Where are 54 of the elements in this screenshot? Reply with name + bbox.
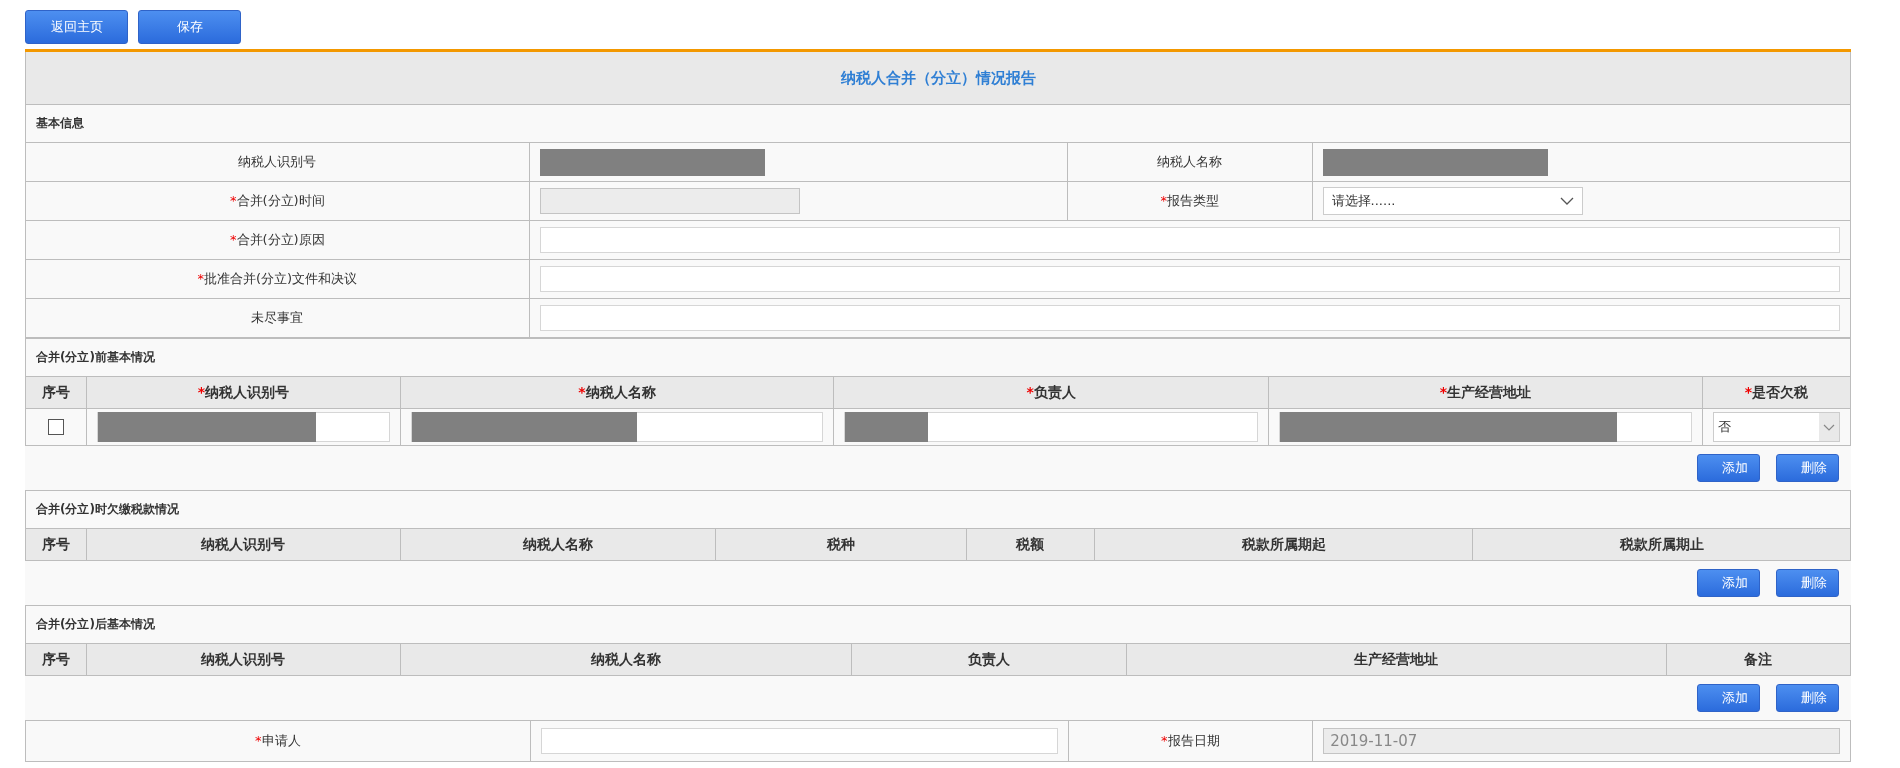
field-label: *合并(分立)时间: [230, 193, 325, 208]
column-header: 税种: [826, 535, 855, 552]
input-field[interactable]: [539, 305, 1840, 331]
field-label: *申请人: [255, 733, 301, 748]
column-header: 序号: [42, 535, 71, 552]
field-label: 未尽事宜: [251, 310, 304, 325]
action-button[interactable]: 添加: [1697, 454, 1760, 482]
column-header: *纳税人识别号: [197, 383, 289, 400]
input-field[interactable]: [410, 412, 824, 442]
column-header: 序号: [42, 650, 71, 667]
section-heading: 基本信息: [36, 115, 84, 132]
action-button[interactable]: 删除: [1776, 454, 1839, 482]
action-button[interactable]: 添加: [1697, 569, 1760, 597]
action-button[interactable]: 删除: [1776, 569, 1839, 597]
column-header: *负责人: [1026, 383, 1076, 400]
action-button[interactable]: 添加: [1697, 684, 1760, 712]
action-button[interactable]: 删除: [1776, 684, 1839, 712]
input-field[interactable]: [97, 412, 390, 442]
toolbar-button[interactable]: 返回主页: [25, 10, 128, 44]
field-label: 纳税人识别号: [238, 154, 317, 169]
field-label: *批准合并(分立)文件和决议: [197, 271, 358, 286]
section-heading: 合并(分立)时欠缴税款情况: [36, 501, 179, 518]
dropdown[interactable]: 请选择......: [1322, 187, 1583, 215]
section-heading: 合并(分立)前基本情况: [36, 349, 155, 366]
form-title: 纳税人合并（分立）情况报告: [25, 52, 1851, 105]
field-label: *报告日期: [1161, 733, 1220, 748]
input-field[interactable]: [844, 412, 1258, 442]
dropdown[interactable]: 否: [1712, 412, 1840, 442]
column-header: 负责人: [968, 650, 1011, 667]
field-label: 纳税人名称: [1157, 154, 1223, 169]
column-header: 纳税人识别号: [201, 650, 286, 667]
column-header: 纳税人名称: [522, 535, 593, 552]
section-heading: 合并(分立)后基本情况: [36, 616, 155, 633]
input-field[interactable]: [539, 227, 1840, 253]
column-header: 纳税人识别号: [201, 535, 286, 552]
column-header: 税额: [1016, 535, 1045, 552]
chevron-down-icon: [1559, 197, 1574, 205]
input-field[interactable]: [539, 266, 1840, 292]
column-header: *纳税人名称: [578, 383, 656, 400]
toolbar-button[interactable]: 保存: [138, 10, 241, 44]
column-header: 生产经营地址: [1354, 650, 1439, 667]
column-header: 纳税人名称: [590, 650, 661, 667]
column-header: 序号: [42, 383, 71, 400]
field-label: *合并(分立)原因: [230, 232, 325, 247]
input-field[interactable]: [1279, 412, 1692, 442]
checkbox[interactable]: [48, 419, 65, 435]
column-header: 备注: [1744, 650, 1773, 667]
chevron-down-icon: [1819, 413, 1839, 441]
column-header: *是否欠税: [1744, 383, 1808, 400]
input-field[interactable]: [540, 728, 1058, 754]
column-header: 税款所属期起: [1241, 535, 1326, 552]
column-header: 税款所属期止: [1619, 535, 1704, 552]
column-header: *生产经营地址: [1439, 383, 1531, 400]
field-label: *报告类型: [1160, 193, 1220, 208]
